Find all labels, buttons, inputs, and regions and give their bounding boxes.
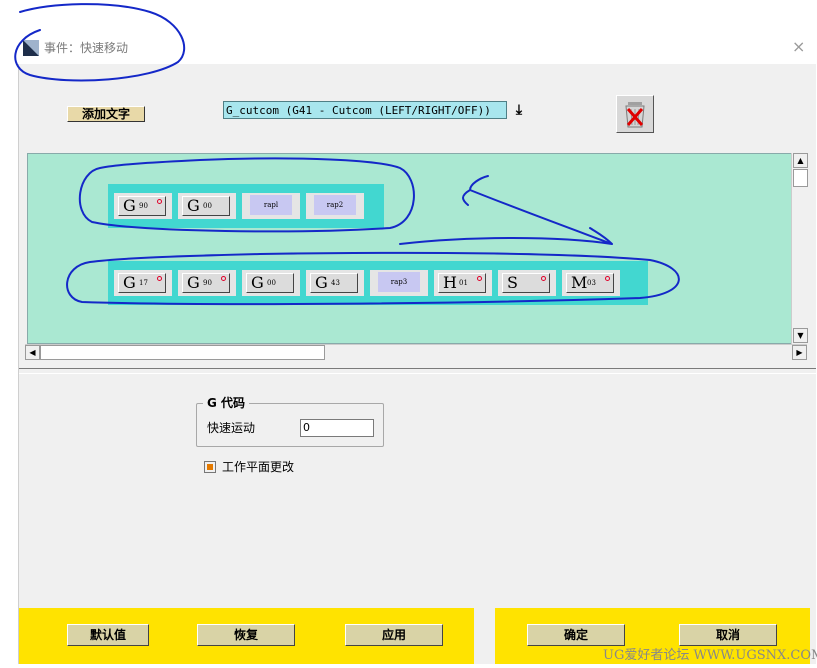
- code-letter: G: [251, 273, 264, 292]
- code-number: 17: [139, 279, 148, 287]
- modal-marker-icon: [477, 276, 482, 281]
- modal-marker-icon: [157, 199, 162, 204]
- rapid-motion-input[interactable]: 0: [300, 419, 374, 437]
- recycle-bin-icon[interactable]: [616, 95, 654, 133]
- code-block-g90[interactable]: G 90: [114, 193, 172, 219]
- checkbox-check-mark: [207, 464, 213, 470]
- scroll-left-icon[interactable]: ◀: [25, 345, 40, 360]
- cancel-button[interactable]: 取消: [679, 624, 777, 646]
- code-number: 90: [203, 279, 212, 287]
- code-number: 00: [267, 279, 276, 287]
- code-block-g00[interactable]: G 00: [178, 193, 236, 219]
- default-button[interactable]: 默认值: [67, 624, 149, 646]
- code-number: 01: [459, 279, 468, 287]
- modal-marker-icon: [605, 276, 610, 281]
- apply-button[interactable]: 应用: [345, 624, 443, 646]
- code-block-button[interactable]: M 03: [566, 273, 614, 293]
- close-button[interactable]: ×: [792, 38, 805, 56]
- word-block-rapl[interactable]: rapl: [242, 193, 300, 219]
- code-block-g43[interactable]: G 43: [306, 270, 364, 296]
- code-block-s[interactable]: S: [498, 270, 556, 296]
- scroll-down-icon[interactable]: ▼: [793, 328, 808, 343]
- left-button-bar: 默认值 恢复 应用: [19, 608, 474, 664]
- group-title: G 代码: [203, 395, 250, 411]
- code-letter: H: [443, 273, 457, 292]
- code-letter: G: [187, 196, 200, 215]
- horizontal-scroll-thumb[interactable]: [40, 345, 325, 360]
- code-letter: G: [315, 273, 328, 292]
- code-block-button[interactable]: H 01: [438, 273, 486, 293]
- code-letter: S: [507, 273, 518, 292]
- app-icon: [23, 40, 39, 56]
- code-letter: G: [123, 196, 136, 215]
- code-number: 90: [139, 202, 148, 210]
- vertical-scrollbar[interactable]: ▲ ▼: [791, 153, 809, 344]
- add-text-button[interactable]: 添加文字: [67, 106, 145, 122]
- code-block-button[interactable]: G 90: [118, 196, 166, 216]
- work-plane-change-label: 工作平面更改: [222, 460, 295, 474]
- vertical-scroll-thumb[interactable]: [793, 169, 808, 187]
- download-arrow-icon[interactable]: ⤓: [511, 101, 527, 119]
- dialog-body: 添加文字 G_cutcom (G41 - Cutcom (LEFT/RIGHT/…: [18, 64, 816, 664]
- code-block-button[interactable]: G 90: [182, 273, 230, 293]
- command-combo[interactable]: G_cutcom (G41 - Cutcom (LEFT/RIGHT/OFF))…: [223, 101, 527, 121]
- code-block-g00[interactable]: G 00: [242, 270, 300, 296]
- event-canvas[interactable]: G 90 G 00 rapl rap2 G 17 G 90 G 00 G 43 rap3 H 01 S M 03: [27, 153, 792, 344]
- code-block-button[interactable]: G 00: [246, 273, 294, 293]
- code-number: 03: [587, 279, 596, 287]
- code-block-g17[interactable]: G 17: [114, 270, 172, 296]
- code-letter: G: [187, 273, 200, 292]
- code-block-button[interactable]: G 00: [182, 196, 230, 216]
- code-number: 00: [203, 202, 212, 210]
- recycle-bin-graphic: [625, 102, 645, 128]
- horizontal-scrollbar[interactable]: ◀ ▶: [25, 344, 807, 360]
- code-block-button[interactable]: G 17: [118, 273, 166, 293]
- code-letter: G: [123, 273, 136, 292]
- ok-button[interactable]: 确定: [527, 624, 625, 646]
- g-code-group: G 代码 快速运动 0: [196, 395, 384, 447]
- block-row-1[interactable]: G 90 G 00 rapl rap2: [108, 184, 384, 228]
- code-block-g90[interactable]: G 90: [178, 270, 236, 296]
- rapid-motion-label: 快速运动: [207, 421, 256, 435]
- scroll-up-icon[interactable]: ▲: [793, 153, 808, 168]
- code-block-button[interactable]: G 43: [310, 273, 358, 293]
- window-title: 事件：快速移动: [44, 41, 129, 55]
- block-row-2[interactable]: G 17 G 90 G 00 G 43 rap3 H 01 S M 03: [108, 261, 648, 305]
- command-combo-value[interactable]: G_cutcom (G41 - Cutcom (LEFT/RIGHT/OFF)): [223, 101, 507, 119]
- word-block-rap2[interactable]: rap2: [306, 193, 364, 219]
- scroll-right-icon[interactable]: ▶: [792, 345, 807, 360]
- word-block-label: rapl: [250, 195, 292, 215]
- modal-marker-icon: [541, 276, 546, 281]
- pane-divider[interactable]: [19, 368, 816, 374]
- code-letter: M: [571, 273, 588, 292]
- watermark: UG爱好者论坛 WWW.UGSNX.COM: [603, 648, 817, 663]
- word-block-rap3[interactable]: rap3: [370, 270, 428, 296]
- word-block-label: rap2: [314, 195, 356, 215]
- modal-marker-icon: [157, 276, 162, 281]
- code-number: 43: [331, 279, 340, 287]
- title-bar: 事件：快速移动 ×: [0, 0, 817, 64]
- restore-button[interactable]: 恢复: [197, 624, 295, 646]
- code-block-button[interactable]: S: [502, 273, 550, 293]
- code-block-h01[interactable]: H 01: [434, 270, 492, 296]
- code-block-m03[interactable]: M 03: [562, 270, 620, 296]
- work-plane-change-checkbox[interactable]: [204, 461, 216, 473]
- modal-marker-icon: [221, 276, 226, 281]
- word-block-label: rap3: [378, 272, 420, 292]
